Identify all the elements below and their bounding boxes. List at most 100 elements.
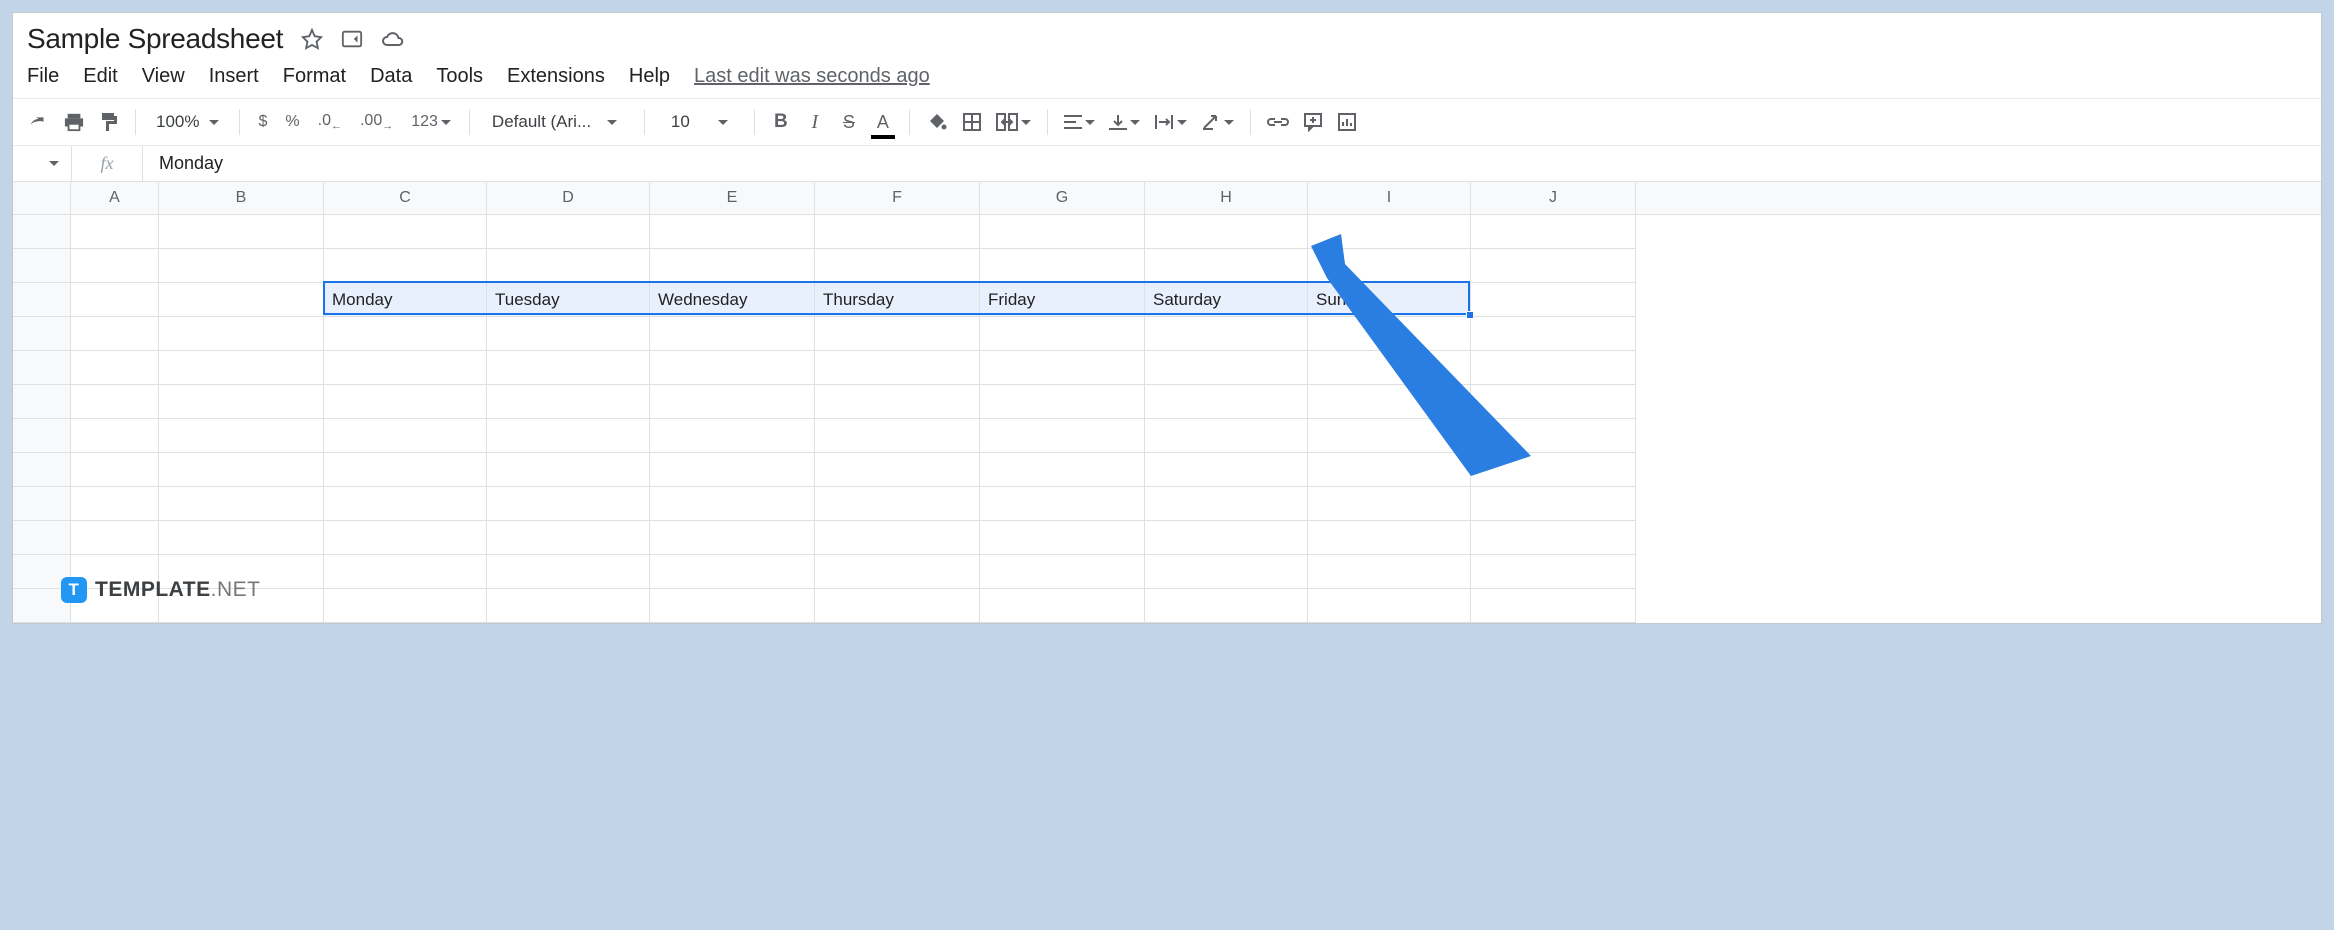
rotate-icon[interactable] [1197,107,1238,137]
cell[interactable] [324,555,487,589]
cell[interactable] [650,589,815,623]
cell[interactable] [815,589,980,623]
cell[interactable] [650,521,815,555]
cell[interactable] [71,317,159,351]
formula-input[interactable]: Monday [143,153,223,174]
cell[interactable] [815,487,980,521]
cell[interactable] [650,351,815,385]
cell[interactable] [324,351,487,385]
menu-edit[interactable]: Edit [83,65,117,88]
cell[interactable] [487,453,650,487]
strikethrough-button[interactable]: S [835,107,863,137]
increase-decimal[interactable]: .00→ [354,112,399,132]
cell[interactable] [980,589,1145,623]
menu-extensions[interactable]: Extensions [507,65,605,88]
move-icon[interactable] [341,29,363,49]
cell[interactable] [1308,385,1471,419]
cell[interactable] [324,453,487,487]
cell[interactable] [159,487,324,521]
cell[interactable] [1145,249,1308,283]
cell[interactable] [324,589,487,623]
cell[interactable] [650,487,815,521]
column-header[interactable]: C [324,182,487,214]
link-icon[interactable] [1263,107,1293,137]
cell[interactable] [487,249,650,283]
cell[interactable]: Wednesday [650,283,815,317]
cell[interactable] [1145,385,1308,419]
column-header[interactable]: B [159,182,324,214]
select-all-corner[interactable] [13,182,71,214]
cell[interactable] [650,385,815,419]
cell[interactable] [980,521,1145,555]
cell[interactable] [71,419,159,453]
decrease-decimal[interactable]: .0← [312,112,348,132]
cell[interactable]: Thursday [815,283,980,317]
cell[interactable] [71,453,159,487]
cell[interactable] [1145,351,1308,385]
row-header[interactable] [13,521,71,555]
cell[interactable] [1308,317,1471,351]
menu-insert[interactable]: Insert [209,65,259,88]
format-percent[interactable]: % [279,113,305,131]
cell[interactable] [487,589,650,623]
cell[interactable] [815,521,980,555]
cell[interactable] [815,555,980,589]
cell[interactable] [1145,317,1308,351]
cell[interactable] [815,317,980,351]
cell[interactable] [71,487,159,521]
cell[interactable] [1145,419,1308,453]
format-currency[interactable]: $ [252,113,273,131]
cell[interactable] [980,351,1145,385]
cell[interactable] [1471,317,1636,351]
document-title[interactable]: Sample Spreadsheet [27,23,283,55]
number-format-select[interactable]: 123 [405,113,457,131]
cell[interactable] [71,283,159,317]
column-header[interactable]: E [650,182,815,214]
cell[interactable]: Monday [324,283,487,317]
menu-view[interactable]: View [142,65,185,88]
cell[interactable] [159,249,324,283]
cell[interactable] [980,555,1145,589]
cell[interactable] [815,419,980,453]
cell[interactable] [159,419,324,453]
fill-color-icon[interactable] [922,107,952,137]
cell[interactable] [324,521,487,555]
cell[interactable] [71,351,159,385]
column-header[interactable]: H [1145,182,1308,214]
chart-icon[interactable] [1333,107,1361,137]
cell[interactable] [815,351,980,385]
cell[interactable] [1471,249,1636,283]
cell[interactable] [71,385,159,419]
row-header[interactable] [13,487,71,521]
cell[interactable]: Saturday [1145,283,1308,317]
cell[interactable] [487,521,650,555]
cell[interactable] [1145,487,1308,521]
cell[interactable] [1308,453,1471,487]
cell[interactable] [159,283,324,317]
cell[interactable] [815,249,980,283]
cell[interactable] [1145,521,1308,555]
cell[interactable] [159,385,324,419]
cell[interactable] [1308,521,1471,555]
row-header[interactable] [13,351,71,385]
cell[interactable]: Friday [980,283,1145,317]
fill-handle[interactable] [1466,311,1474,319]
last-edit-link[interactable]: Last edit was seconds ago [694,65,930,88]
undo-icon[interactable] [23,107,53,137]
cell[interactable] [650,453,815,487]
cell[interactable] [1308,249,1471,283]
zoom-select[interactable]: 100% [148,112,227,132]
column-header[interactable]: F [815,182,980,214]
bold-button[interactable]: B [767,107,795,137]
cell[interactable] [650,419,815,453]
cell[interactable] [487,419,650,453]
cell[interactable] [159,453,324,487]
row-header[interactable] [13,317,71,351]
cell[interactable] [650,317,815,351]
cell[interactable] [71,521,159,555]
cell[interactable] [159,521,324,555]
cell[interactable] [324,487,487,521]
cell[interactable] [1471,589,1636,623]
italic-button[interactable]: I [801,107,829,137]
print-icon[interactable] [59,107,89,137]
